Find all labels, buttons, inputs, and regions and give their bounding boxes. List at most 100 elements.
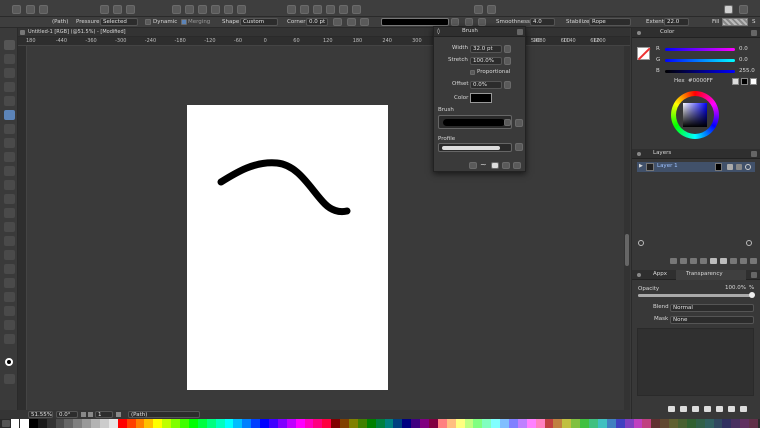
close-tab-icon[interactable] (20, 30, 25, 35)
palette-menu-icon[interactable] (2, 420, 10, 427)
opacity-slider[interactable] (638, 292, 755, 298)
layer-adjust-icon[interactable] (670, 258, 677, 264)
layer-group-icon[interactable] (700, 258, 707, 264)
profile-edit-icon[interactable] (515, 143, 523, 151)
node-tool-icon[interactable] (4, 54, 15, 64)
popup-close-icon[interactable]: ◊ (437, 28, 440, 35)
shape-tool-icon[interactable] (4, 222, 15, 232)
color-panel-close-icon[interactable] (637, 31, 641, 35)
vertical-scroll-thumb[interactable] (625, 234, 629, 266)
add-brush-icon[interactable] (491, 162, 499, 169)
layer-row[interactable]: ▶ Layer 1 (637, 162, 755, 172)
pressure-select[interactable]: Selected (100, 18, 138, 26)
r-value[interactable]: 0.0 (739, 46, 748, 53)
black-swatch[interactable] (741, 78, 748, 85)
fill-icon[interactable] (224, 5, 233, 14)
canvas-area[interactable] (27, 46, 624, 410)
next-page-icon[interactable] (116, 412, 121, 417)
proportional-checkbox[interactable] (470, 70, 475, 75)
brush-settings-icon[interactable] (465, 18, 473, 26)
layer-camera-icon[interactable] (710, 258, 717, 264)
layers-panel-tab[interactable]: Layers (653, 150, 671, 157)
boolean-icon[interactable] (352, 5, 361, 14)
brush-stroke-preview[interactable] (381, 18, 449, 26)
align-center-icon[interactable] (300, 5, 309, 14)
palette-swatch[interactable] (749, 419, 759, 428)
layer-add-icon[interactable] (720, 258, 727, 264)
brush-icon[interactable] (198, 5, 207, 14)
r-slider[interactable] (665, 48, 735, 51)
settings-icon[interactable] (100, 5, 109, 14)
brush-stroke[interactable] (217, 158, 352, 218)
rotation-field[interactable]: 0.0° (56, 411, 78, 418)
grid-icon[interactable] (26, 5, 35, 14)
app-icon-4[interactable] (704, 406, 711, 412)
merging-checkbox[interactable] (181, 19, 187, 25)
align-right-icon[interactable] (313, 5, 322, 14)
stabilize-select[interactable]: Rope (589, 18, 631, 26)
ellipse-tool-icon[interactable] (4, 236, 15, 246)
pressure-icon[interactable] (478, 18, 486, 26)
color-picker-icon[interactable] (4, 374, 15, 384)
b-value[interactable]: 255.0 (739, 68, 755, 75)
first-page-icon[interactable] (81, 412, 86, 417)
extent-field[interactable]: 22.0 (664, 18, 689, 26)
color-panel-menu-icon[interactable] (751, 30, 757, 36)
app-icon-7[interactable] (740, 406, 747, 412)
color-mode-icon[interactable] (732, 78, 739, 85)
offset-field[interactable]: 0.0% (470, 81, 502, 89)
pencil-icon[interactable] (185, 5, 194, 14)
cap-style-icon[interactable] (347, 18, 356, 26)
dynamic-checkbox[interactable] (145, 19, 151, 25)
pen-icon[interactable] (172, 5, 181, 14)
stroke-color-icon[interactable] (5, 358, 13, 366)
export-icon[interactable] (39, 5, 48, 14)
document-tab[interactable]: Untitled-1 [RGB] (@51.5%) - [Modified] (18, 28, 630, 37)
g-value[interactable]: 0.0 (739, 57, 748, 64)
app-icon-3[interactable] (692, 406, 699, 412)
color-square[interactable] (683, 103, 707, 127)
shape-select[interactable]: Custom (240, 18, 278, 26)
transparency-tool-icon[interactable] (4, 208, 15, 218)
brush-preview[interactable] (438, 115, 512, 129)
layers-zoom-icon[interactable] (746, 240, 752, 246)
vector-brush-icon[interactable] (4, 138, 15, 148)
layer-expand-icon[interactable]: ▶ (639, 163, 643, 170)
delete-brush-icon[interactable] (513, 162, 521, 169)
selection-field[interactable]: (Path) (128, 411, 200, 418)
app-icon-1[interactable] (668, 406, 675, 412)
rectangle-tool-icon[interactable] (4, 250, 15, 260)
g-slider[interactable] (665, 59, 735, 62)
brush-edit-icon[interactable] (515, 119, 523, 127)
b-slider[interactable] (665, 70, 735, 73)
snap-icon[interactable] (237, 5, 246, 14)
stroke-options-icon[interactable] (360, 18, 369, 26)
layer-delete-icon[interactable] (750, 258, 757, 264)
stretch-stepper-icon[interactable] (504, 57, 511, 65)
offset-stepper-icon[interactable] (504, 81, 511, 89)
view-tool-icon[interactable] (4, 306, 15, 316)
profile-preview[interactable] (438, 143, 512, 152)
more-icon[interactable] (487, 5, 496, 14)
app-icon-5[interactable] (716, 406, 723, 412)
vertical-scrollbar[interactable] (624, 46, 630, 410)
layers-panel-close-icon[interactable] (637, 152, 641, 156)
opacity-value[interactable]: 100.0% (725, 285, 746, 292)
close-fill-icon[interactable] (739, 5, 748, 14)
white-swatch[interactable] (750, 78, 757, 85)
redo-icon[interactable] (113, 5, 122, 14)
eyedropper-icon[interactable] (4, 194, 15, 204)
appearance-close-icon[interactable] (637, 273, 641, 277)
document-icon[interactable] (12, 5, 21, 14)
palette-none-swatch[interactable] (11, 419, 19, 428)
layer-visibility-icon[interactable] (745, 164, 751, 170)
artboard-page[interactable] (187, 105, 388, 390)
width-field[interactable]: 32.0 pt (470, 45, 502, 53)
opacity-slider-knob[interactable] (749, 292, 755, 298)
tune-icon[interactable] (469, 162, 477, 169)
corner-style-icon[interactable] (333, 18, 342, 26)
arrange-icon[interactable] (339, 5, 348, 14)
transparency-tab[interactable]: Transparency (686, 271, 723, 278)
point-transform-icon[interactable] (4, 82, 15, 92)
layer-name[interactable]: Layer 1 (657, 163, 678, 170)
